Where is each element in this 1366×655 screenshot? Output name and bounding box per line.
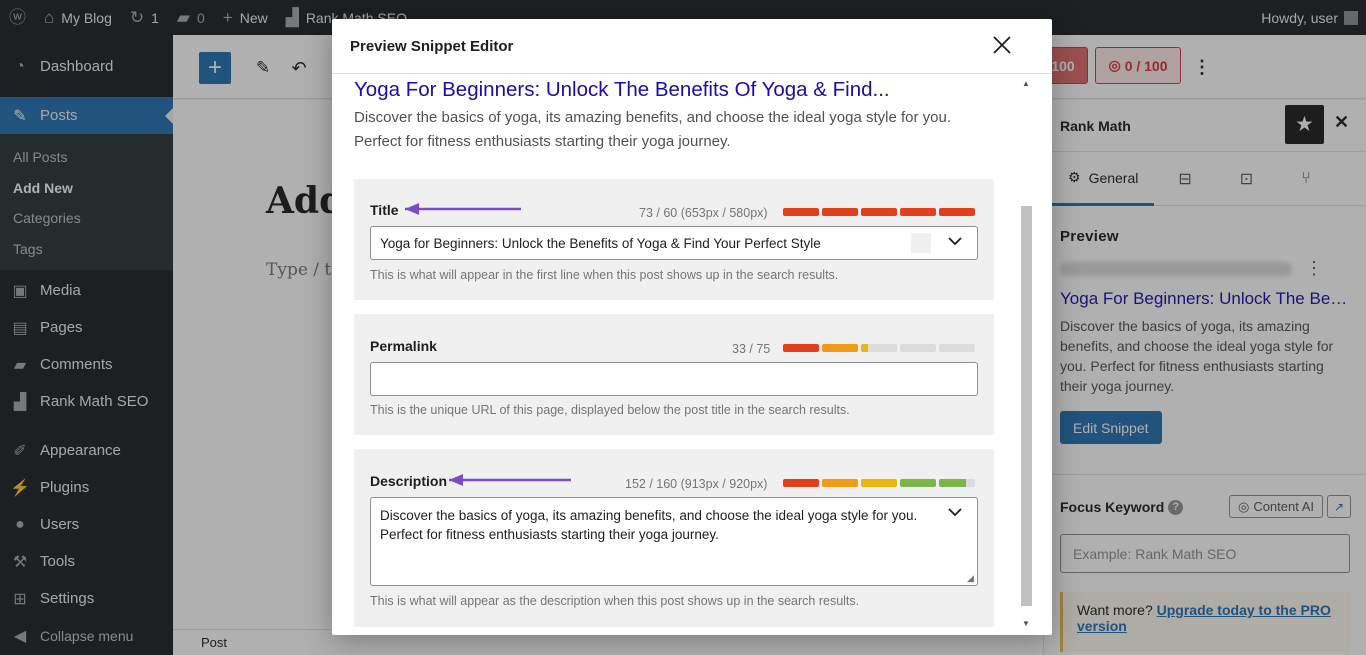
resize-handle-icon[interactable]: ◢ bbox=[967, 573, 974, 584]
scrollbar-thumb[interactable] bbox=[1021, 206, 1032, 606]
preview-snippet-editor-modal: Preview Snippet Editor Yoga For Beginner… bbox=[332, 19, 1052, 635]
meter-segment bbox=[822, 479, 858, 487]
permalink-char-count: 33 / 75 bbox=[732, 342, 771, 356]
meter-segment bbox=[861, 479, 897, 487]
variable-button[interactable] bbox=[911, 233, 931, 253]
meter-segment bbox=[783, 344, 819, 352]
meter-segment bbox=[861, 344, 897, 352]
scroll-down-icon[interactable]: ▼ bbox=[1022, 619, 1030, 628]
modal-body: Yoga For Beginners: Unlock The Benefits … bbox=[332, 75, 1018, 635]
title-field-card: Title 73 / 60 (653px / 580px) Yoga for B… bbox=[354, 179, 994, 300]
meter-segment bbox=[783, 479, 819, 487]
description-help-text: This is what will appear as the descript… bbox=[370, 594, 860, 608]
meter-segment bbox=[783, 208, 819, 216]
title-char-count: 73 / 60 (653px / 580px) bbox=[639, 206, 768, 220]
meter-segment bbox=[861, 208, 897, 216]
title-input-value: Yoga for Beginners: Unlock the Benefits … bbox=[380, 235, 821, 251]
meter-segment bbox=[900, 479, 936, 487]
description-field-card: Description 152 / 160 (913px / 920px) Di… bbox=[354, 449, 994, 627]
meter-segment bbox=[822, 344, 858, 352]
description-field-label: Description bbox=[370, 473, 448, 489]
permalink-help-text: This is the unique URL of this page, dis… bbox=[370, 403, 850, 417]
permalink-input[interactable] bbox=[370, 362, 978, 396]
arrow-annotation-icon bbox=[449, 474, 571, 486]
chevron-down-icon[interactable] bbox=[946, 232, 964, 253]
permalink-field-card: Permalink 33 / 75 This is the unique URL… bbox=[354, 314, 994, 435]
close-modal-button[interactable] bbox=[990, 33, 1014, 57]
title-help-text: This is what will appear in the first li… bbox=[370, 268, 839, 282]
meter-segment bbox=[939, 344, 975, 352]
meter-segment bbox=[822, 208, 858, 216]
description-length-meter bbox=[783, 479, 975, 487]
meter-segment bbox=[900, 344, 936, 352]
modal-header: Preview Snippet Editor bbox=[332, 19, 1052, 74]
modal-scrollbar[interactable]: ▲ ▼ bbox=[1018, 75, 1035, 635]
serp-preview-description: Discover the basics of yoga, its amazing… bbox=[354, 109, 951, 150]
permalink-length-meter bbox=[783, 344, 975, 352]
arrow-annotation-icon bbox=[405, 203, 521, 215]
meter-segment bbox=[900, 208, 936, 216]
chevron-down-icon[interactable] bbox=[946, 503, 964, 524]
modal-title: Preview Snippet Editor bbox=[350, 37, 514, 55]
serp-preview-title: Yoga For Beginners: Unlock The Benefits … bbox=[354, 78, 890, 101]
title-input[interactable]: Yoga for Beginners: Unlock the Benefits … bbox=[370, 226, 978, 260]
title-length-meter bbox=[783, 208, 975, 216]
description-textarea-value: Discover the basics of yoga, its amazing… bbox=[380, 508, 918, 542]
scroll-up-icon[interactable]: ▲ bbox=[1022, 79, 1030, 88]
title-field-label: Title bbox=[370, 202, 399, 218]
permalink-field-label: Permalink bbox=[370, 338, 437, 354]
description-char-count: 152 / 160 (913px / 920px) bbox=[625, 477, 768, 491]
meter-segment bbox=[939, 208, 975, 216]
meter-segment bbox=[939, 479, 975, 487]
description-textarea[interactable]: Discover the basics of yoga, its amazing… bbox=[370, 497, 978, 586]
close-icon bbox=[993, 36, 1011, 54]
